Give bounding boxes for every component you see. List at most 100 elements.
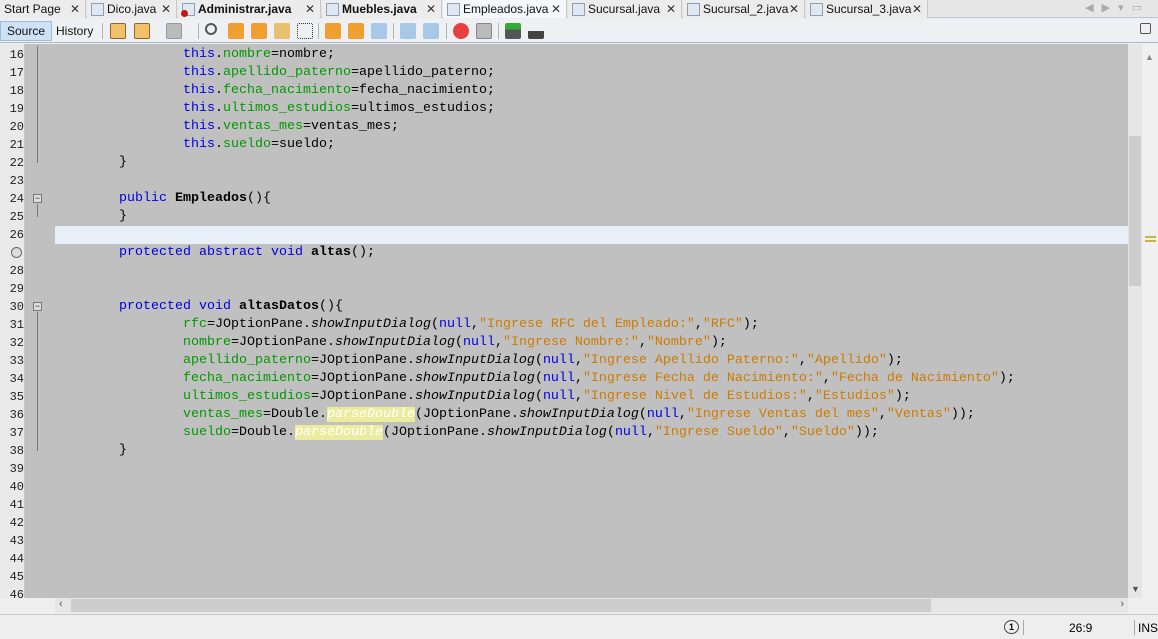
caret-position[interactable]: 26:9 [1069, 621, 1092, 635]
tab-empleados-java[interactable]: Empleados.java ✕ [443, 0, 567, 18]
tab-label: Empleados.java [463, 2, 549, 16]
insert-mode[interactable]: INS [1138, 621, 1158, 635]
code-line[interactable]: } [55, 154, 1128, 172]
code-line[interactable] [55, 280, 1128, 298]
code-token: ); [894, 389, 911, 404]
code-token: null [542, 371, 575, 386]
stop-macro-icon[interactable] [476, 23, 492, 39]
code-line[interactable] [55, 478, 1128, 496]
code-line[interactable]: this.ultimos_estudios=ultimos_estudios; [55, 100, 1128, 118]
scroll-down-icon[interactable]: ▼ [1131, 584, 1140, 594]
code-line[interactable] [55, 568, 1128, 586]
code-line[interactable]: protected void altasDatos(){ [55, 298, 1128, 316]
tab-sucursal-2-java[interactable]: Sucursal_2.java ✕ [683, 0, 805, 18]
code-line[interactable]: protected abstract void altas(); [55, 244, 1128, 262]
line-number: 35 [9, 390, 24, 404]
scroll-left-icon[interactable]: ‹ [59, 598, 63, 610]
shift-right-icon[interactable] [423, 23, 439, 39]
code-token: protected abstract void [119, 245, 303, 260]
code-line[interactable]: nombre=JOptionPane.showInputDialog(null,… [55, 334, 1128, 352]
occurrence-mark[interactable] [1145, 240, 1156, 242]
code-line[interactable] [55, 496, 1128, 514]
forward-icon[interactable] [166, 23, 182, 39]
code-line[interactable]: } [55, 208, 1128, 226]
tab-start-page[interactable]: Start Page ✕ [0, 0, 86, 18]
comment-icon[interactable] [505, 23, 521, 39]
tab-dico-java[interactable]: Dico.java ✕ [87, 0, 177, 18]
code-line[interactable]: this.sueldo=sueldo; [55, 136, 1128, 154]
close-tab-icon[interactable]: ✕ [70, 2, 80, 16]
code-editor[interactable]: this.nombre=nombre; this.apellido_patern… [55, 44, 1128, 598]
code-line[interactable]: this.fecha_nacimiento=fecha_nacimiento; [55, 82, 1128, 100]
code-line[interactable]: ventas_mes=Double.parseDouble(JOptionPan… [55, 406, 1128, 424]
notifications-icon[interactable]: 1 [1004, 620, 1019, 634]
tab-sucursal-java[interactable]: Sucursal.java ✕ [568, 0, 682, 18]
code-line[interactable] [55, 586, 1128, 598]
horizontal-scrollbar[interactable]: ‹ › [55, 598, 1128, 613]
vertical-scroll-thumb[interactable] [1129, 136, 1141, 286]
next-bookmark-icon[interactable] [348, 23, 364, 39]
code-token: =fecha_nacimiento; [350, 83, 495, 98]
close-tab-icon[interactable]: ✕ [551, 2, 561, 16]
code-line[interactable] [55, 226, 1128, 244]
close-tab-icon[interactable]: ✕ [305, 2, 315, 16]
close-tab-icon[interactable]: ✕ [666, 2, 676, 16]
code-line[interactable]: ultimos_estudios=JOptionPane.showInputDi… [55, 388, 1128, 406]
code-line[interactable] [55, 550, 1128, 568]
code-line[interactable]: sueldo=Double.parseDouble(JOptionPane.sh… [55, 424, 1128, 442]
last-edit-icon[interactable] [110, 23, 126, 39]
previous-bookmark-icon[interactable] [325, 23, 341, 39]
code-line[interactable] [55, 514, 1128, 532]
fold-toggle-icon[interactable]: − [33, 194, 42, 203]
close-tab-icon[interactable]: ✕ [161, 2, 171, 16]
code-line[interactable] [55, 262, 1128, 280]
code-line[interactable] [55, 532, 1128, 550]
tab-navigation-arrows[interactable]: ◀▶▾▭ [1085, 1, 1150, 14]
code-line[interactable] [55, 460, 1128, 478]
find-selection-icon[interactable] [297, 23, 313, 39]
code-line[interactable]: apellido_paterno=JOptionPane.showInputDi… [55, 352, 1128, 370]
history-tab[interactable]: History [50, 21, 99, 41]
code-token: . [214, 119, 223, 134]
shift-left-icon[interactable] [400, 23, 416, 39]
code-token: null [462, 335, 495, 350]
code-token: this [182, 137, 215, 152]
back-icon[interactable] [134, 23, 150, 39]
code-line[interactable]: this.apellido_paterno=apellido_paterno; [55, 64, 1128, 82]
code-token: =apellido_paterno; [350, 65, 495, 80]
tab-sucursal-3-java[interactable]: Sucursal_3.java ✕ [806, 0, 928, 18]
code-line[interactable]: fecha_nacimiento=JOptionPane.showInputDi… [55, 370, 1128, 388]
code-line[interactable]: } [55, 442, 1128, 460]
fold-toggle-icon[interactable]: − [33, 302, 42, 311]
code-line[interactable]: rfc=JOptionPane.showInputDialog(null,"In… [55, 316, 1128, 334]
code-token: =JOptionPane. [310, 389, 415, 404]
scroll-right-icon[interactable]: › [1120, 598, 1124, 610]
tab-administrar-java[interactable]: Administrar.java ✕ [178, 0, 321, 18]
toggle-bookmark-icon[interactable] [371, 23, 387, 39]
code-token: "Nombre" [646, 335, 711, 350]
code-line[interactable]: this.ventas_mes=ventas_mes; [55, 118, 1128, 136]
code-token: fecha_nacimiento [182, 371, 311, 386]
find-next-icon[interactable] [251, 23, 267, 39]
tab-muebles-java[interactable]: Muebles.java ✕ [322, 0, 442, 18]
toggle-highlight-icon[interactable] [274, 23, 290, 39]
find-previous-icon[interactable] [228, 23, 244, 39]
start-macro-icon[interactable] [453, 23, 469, 39]
horizontal-scroll-thumb[interactable] [71, 599, 931, 612]
implements-icon[interactable] [11, 247, 22, 258]
scroll-up-icon[interactable]: ▲ [1145, 52, 1154, 62]
code-line[interactable]: public Empleados(){ [55, 190, 1128, 208]
close-tab-icon[interactable]: ✕ [789, 2, 799, 16]
find-icon[interactable] [205, 23, 217, 35]
code-line[interactable]: this.nombre=nombre; [55, 46, 1128, 64]
split-editor-icon[interactable] [1140, 23, 1151, 34]
occurrence-mark[interactable] [1145, 236, 1156, 238]
close-tab-icon[interactable]: ✕ [426, 2, 436, 16]
source-tab[interactable]: Source [0, 21, 53, 41]
code-line[interactable] [55, 172, 1128, 190]
vertical-scrollbar[interactable]: ▼ [1128, 44, 1142, 598]
close-tab-icon[interactable]: ✕ [912, 2, 922, 16]
uncomment-icon[interactable] [528, 23, 544, 39]
